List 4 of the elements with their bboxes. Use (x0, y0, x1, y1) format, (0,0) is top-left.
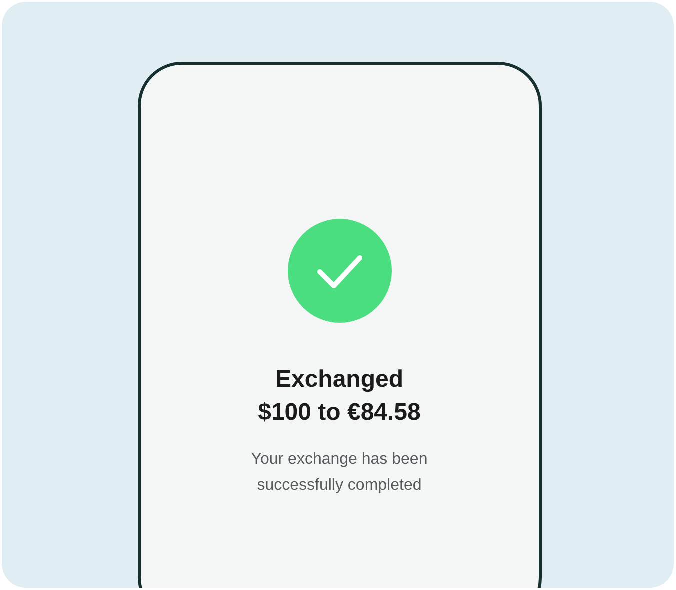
confirmation-message: Your exchange has been successfully completed (250, 450, 429, 496)
confirmation-title: $100 to €84.58 (258, 398, 421, 428)
success-check-icon (288, 219, 392, 323)
confirmation-title: Exchanged (275, 365, 404, 395)
